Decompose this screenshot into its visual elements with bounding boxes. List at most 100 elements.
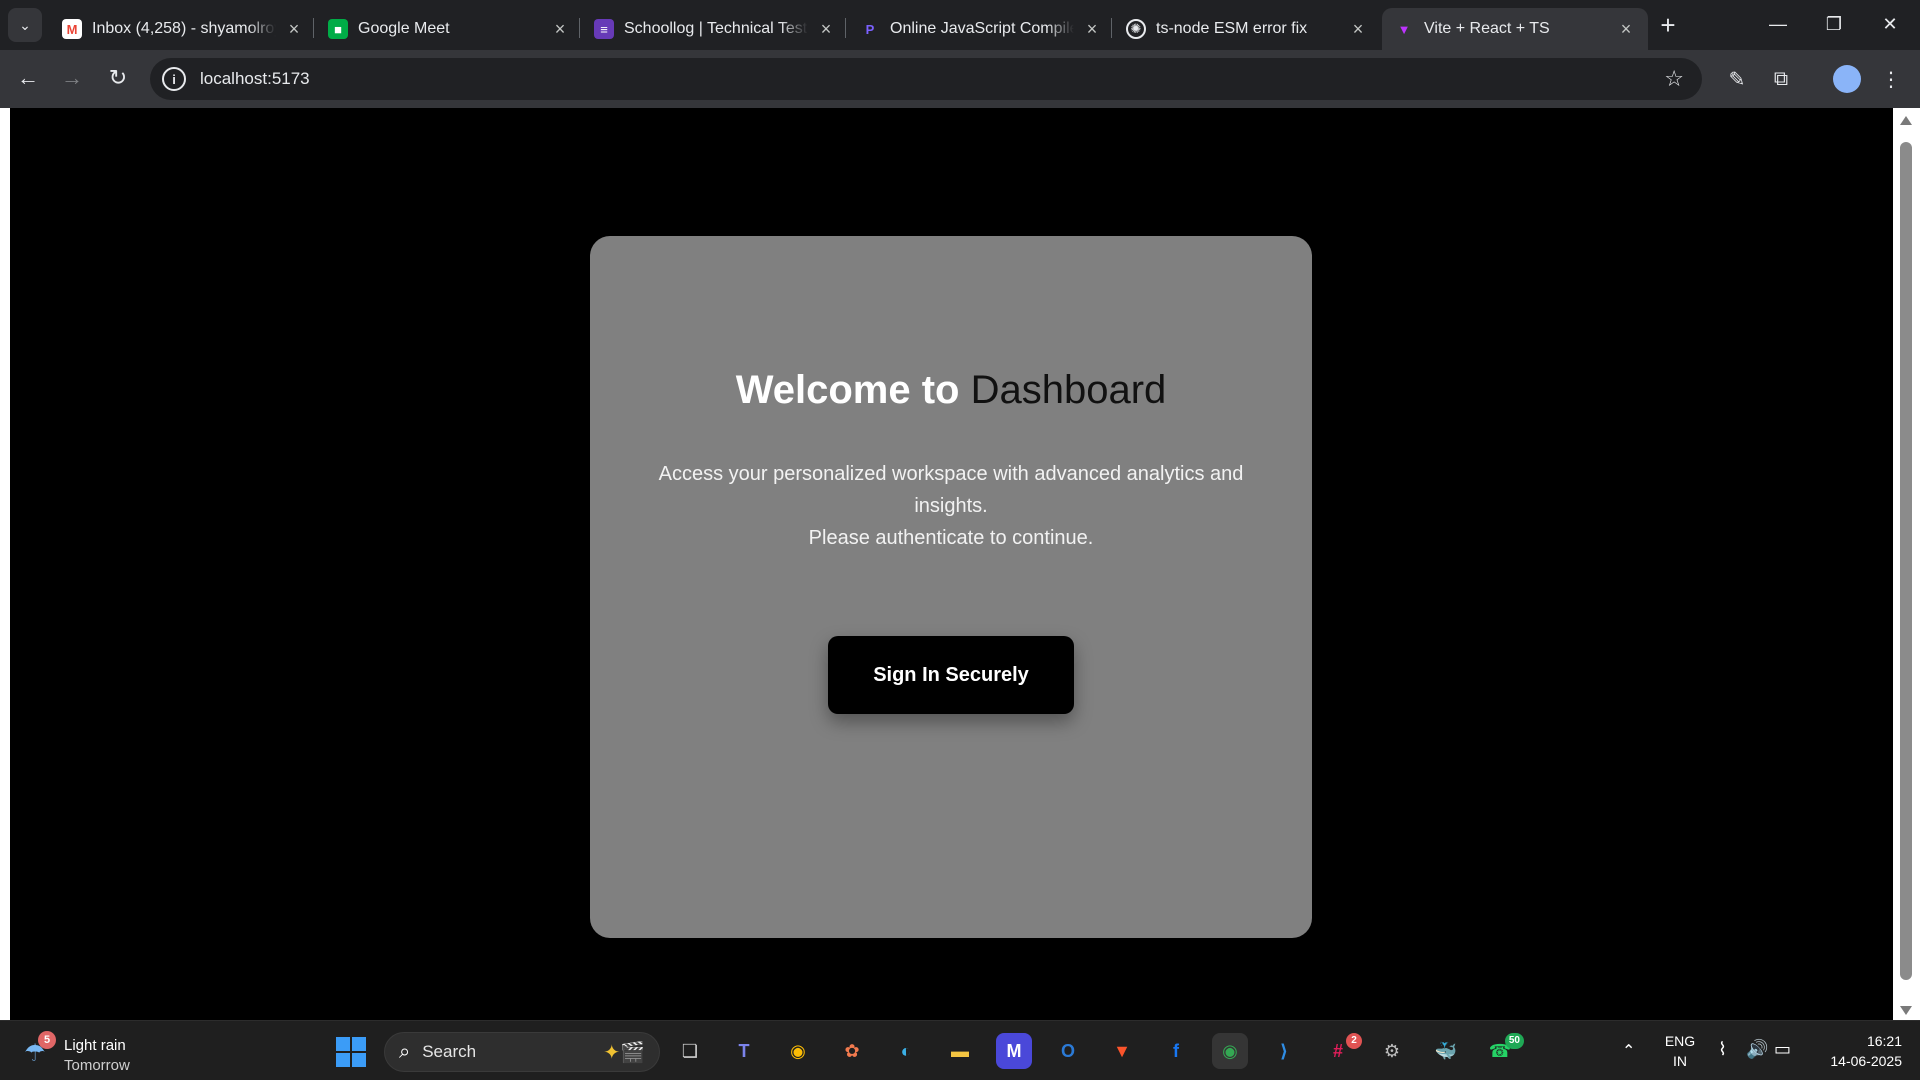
language-indicator[interactable]: ENG IN	[1662, 1031, 1698, 1071]
docker-icon: 🐳	[1434, 1040, 1458, 1061]
weather-widget[interactable]: ☂ 5 Light rain Tomorrow	[20, 1029, 180, 1074]
windows-taskbar: ☂ 5 Light rain Tomorrow ⌕ Search ✦🎬 ❏ T …	[0, 1020, 1920, 1080]
page-viewport: Welcome to Dashboard Access your persona…	[0, 108, 1920, 1020]
facebook-button[interactable]: f	[1158, 1033, 1194, 1069]
settings-button[interactable]: ⚙	[1374, 1033, 1410, 1069]
app-button[interactable]: M	[996, 1033, 1032, 1069]
chrome-profile-button[interactable]: ◉	[1212, 1033, 1248, 1069]
slack-icon: #	[1332, 1040, 1343, 1061]
tab-title: Vite + React + TS	[1424, 20, 1550, 37]
brave-icon: ▼	[1113, 1040, 1131, 1061]
new-tab-button[interactable]: +	[1652, 10, 1684, 42]
close-icon[interactable]: ×	[1616, 19, 1636, 40]
back-button[interactable]: ←	[10, 60, 46, 96]
task-view-icon: ❏	[681, 1040, 699, 1061]
outlook-button[interactable]: O	[1050, 1033, 1086, 1069]
vscode-icon: ⟩	[1279, 1040, 1289, 1061]
title-primary: Welcome to	[735, 368, 960, 412]
restore-icon: ❐	[1825, 13, 1843, 34]
app-m-icon: M	[1006, 1040, 1022, 1061]
scroll-up-arrow-icon[interactable]	[1900, 116, 1912, 125]
arrow-left-icon: ←	[17, 65, 39, 90]
star-icon[interactable]: ☆	[1664, 66, 1684, 92]
windows-logo-tile	[352, 1053, 366, 1067]
gmail-icon: M	[62, 19, 82, 39]
vscode-button[interactable]: ⟩	[1266, 1033, 1302, 1069]
chrome-icon: ◉	[1222, 1040, 1238, 1061]
language-top: ENG	[1664, 1033, 1696, 1049]
brave-button[interactable]: ▼	[1104, 1033, 1140, 1069]
tab-title: Online JavaScript Compiler	[890, 20, 1074, 37]
scroll-thumb[interactable]	[1900, 142, 1912, 980]
sign-in-button[interactable]: Sign In Securely	[828, 636, 1074, 714]
close-icon[interactable]: ×	[284, 19, 304, 40]
tab-vite-react[interactable]: ▼ Vite + React + TS ×	[1382, 8, 1648, 50]
task-view-button[interactable]: ❏	[672, 1033, 708, 1069]
volume-icon[interactable]: 🔊	[1746, 1039, 1768, 1060]
forward-button[interactable]: →	[54, 60, 90, 96]
tab-search-button[interactable]: ⌄	[8, 8, 42, 42]
edge-icon: ◐	[900, 1040, 912, 1061]
info-icon[interactable]: i	[162, 67, 186, 91]
chrome-button[interactable]: ◉	[780, 1033, 816, 1069]
kebab-menu-icon: ⋮	[1881, 68, 1901, 91]
tab-schoollog[interactable]: ≡ Schoollog | Technical Test F ×	[582, 8, 848, 50]
browser-chrome: ⌄ M Inbox (4,258) - shyamolroy × ■ Googl…	[0, 0, 1920, 108]
minimize-button[interactable]: —	[1750, 0, 1806, 48]
clock[interactable]: 16:21 14-06-2025	[1800, 1031, 1902, 1071]
taskbar-search[interactable]: ⌕ Search ✦🎬	[384, 1032, 660, 1072]
pen-extension-button[interactable]: ✎	[1720, 62, 1754, 96]
meet-icon: ■	[328, 19, 348, 39]
pen-icon: ✎	[1728, 68, 1746, 91]
facebook-icon: f	[1173, 1040, 1179, 1061]
file-explorer-button[interactable]: ▬	[942, 1033, 978, 1069]
notification-badge: 2	[1346, 1033, 1362, 1049]
tab-javascript-compiler[interactable]: P Online JavaScript Compiler ×	[848, 8, 1114, 50]
date-text: 14-06-2025	[1830, 1053, 1902, 1069]
close-icon[interactable]: ×	[1348, 19, 1368, 40]
close-icon: ✕	[1882, 13, 1898, 34]
close-window-button[interactable]: ✕	[1862, 0, 1918, 48]
close-icon[interactable]: ×	[1082, 19, 1102, 40]
copilot-icon: ✿	[844, 1040, 860, 1061]
notification-badge: 50	[1504, 1033, 1524, 1049]
vertical-scrollbar[interactable]	[1893, 108, 1920, 1020]
chevron-up-icon[interactable]: ⌃	[1622, 1041, 1635, 1061]
tab-title: Inbox (4,258) - shyamolroy	[92, 20, 276, 37]
tab-title: Schoollog | Technical Test F	[624, 20, 808, 37]
description-line: Access your personalized workspace with …	[658, 463, 1244, 485]
wifi-icon[interactable]: ⌇	[1718, 1039, 1727, 1060]
address-text[interactable]: localhost:5173	[200, 69, 310, 89]
tab-ts-node[interactable]: ✺ ts-node ESM error fix ×	[1114, 8, 1380, 50]
avatar	[1833, 65, 1861, 93]
tab-google-meet[interactable]: ■ Google Meet ×	[316, 8, 582, 50]
outlook-icon: O	[1060, 1040, 1075, 1061]
close-icon[interactable]: ×	[550, 19, 570, 40]
windows-logo-tile	[352, 1037, 366, 1051]
forms-icon: ≡	[594, 19, 614, 39]
tab-gmail[interactable]: M Inbox (4,258) - shyamolroy ×	[50, 8, 316, 50]
address-bar[interactable]: i localhost:5173 ☆	[150, 58, 1702, 100]
teams-button[interactable]: T	[726, 1033, 762, 1069]
restore-button[interactable]: ❐	[1806, 0, 1862, 48]
start-button[interactable]	[336, 1037, 366, 1067]
description-line: insights.	[914, 495, 988, 517]
compiler-icon: P	[865, 21, 875, 37]
edge-button[interactable]: ◐	[888, 1033, 924, 1069]
reload-icon: ↻	[108, 65, 128, 90]
close-icon[interactable]: ×	[816, 19, 836, 40]
weather-title: Light rain	[64, 1037, 126, 1054]
extensions-button[interactable]: ⧉	[1764, 62, 1798, 96]
folder-icon: ▬	[951, 1040, 969, 1061]
copilot-button[interactable]: ✿	[834, 1033, 870, 1069]
menu-button[interactable]: ⋮	[1874, 62, 1908, 96]
battery-icon[interactable]: ▭	[1774, 1039, 1791, 1060]
profile-button[interactable]	[1830, 62, 1864, 96]
reload-button[interactable]: ↻	[100, 60, 136, 96]
slack-button[interactable]: # 2	[1320, 1033, 1362, 1069]
language-bottom: IN	[1673, 1053, 1687, 1069]
tab-title: ts-node ESM error fix	[1156, 20, 1308, 37]
scroll-down-arrow-icon[interactable]	[1900, 1006, 1912, 1015]
whatsapp-button[interactable]: ☎ 50	[1482, 1033, 1524, 1069]
docker-button[interactable]: 🐳	[1428, 1033, 1464, 1069]
